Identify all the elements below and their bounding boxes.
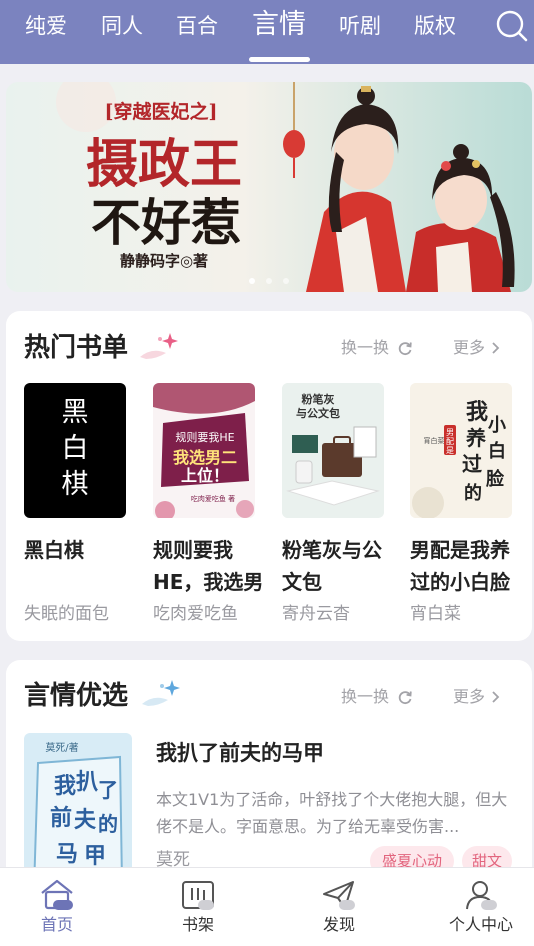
svg-text:男: 男 bbox=[446, 428, 454, 437]
nav-bookshelf[interactable]: 书架 bbox=[173, 878, 223, 935]
chevron-right-icon bbox=[492, 342, 500, 354]
romance-picks-title: 言情优选 bbox=[24, 681, 129, 711]
discover-icon bbox=[323, 881, 355, 910]
refresh-icon bbox=[398, 342, 412, 356]
book-item[interactable]: 粉笔灰 与公文包 粉笔灰与公文包 寄舟云杳 bbox=[282, 383, 384, 626]
svg-text:吃肉爱吃鱼 著: 吃肉爱吃鱼 著 bbox=[191, 494, 235, 503]
sparkle-decoration-icon bbox=[140, 333, 178, 359]
svg-text:扒: 扒 bbox=[76, 769, 98, 795]
promo-banner[interactable]: [穿越医妃之] 摄政王 不好惹 静静码字◎著 bbox=[6, 82, 532, 292]
book-item[interactable]: 规则要我HE 我选男二 上位！ 吃肉爱吃鱼 著 规则要我HE，我选男二上位！ 吃… bbox=[153, 383, 263, 626]
romance-shuffle-button[interactable]: 换一换 bbox=[341, 686, 413, 708]
book-cover: 规则要我HE 我选男二 上位！ 吃肉爱吃鱼 著 bbox=[153, 383, 255, 518]
pager-dot bbox=[283, 278, 290, 284]
book-cover: 我 养 小 白 过 脸 的 男 配 是 宵白菜 bbox=[410, 383, 512, 518]
svg-text:上位！: 上位！ bbox=[181, 466, 229, 485]
hot-list-card: 热门书单 换一换 更多 黑 白 棋 黑白棋 失眠的面包 规则要我HE 我选男二 … bbox=[6, 311, 532, 641]
shuffle-label: 换一换 bbox=[341, 687, 390, 706]
svg-text:的: 的 bbox=[98, 812, 118, 836]
svg-text:的: 的 bbox=[464, 482, 482, 504]
banner-artwork: [穿越医妃之] 摄政王 不好惹 静静码字◎著 bbox=[6, 82, 532, 292]
more-label: 更多 bbox=[453, 338, 486, 357]
romance-more-button[interactable]: 更多 bbox=[453, 686, 501, 708]
bookshelf-icon bbox=[182, 881, 214, 910]
svg-text:前: 前 bbox=[50, 805, 72, 831]
book-title: 规则要我HE，我选男二上位！ bbox=[153, 538, 264, 594]
svg-text:夫: 夫 bbox=[74, 807, 97, 833]
banner-title-line1: 摄政王 bbox=[86, 134, 242, 195]
svg-text:过: 过 bbox=[462, 452, 482, 476]
svg-text:我选男二: 我选男二 bbox=[173, 448, 237, 467]
search-icon[interactable] bbox=[494, 8, 530, 44]
svg-text:养: 养 bbox=[465, 426, 486, 450]
svg-text:与公文包: 与公文包 bbox=[296, 406, 340, 420]
nav-profile-label: 个人中心 bbox=[448, 915, 513, 934]
tab-yanqing[interactable]: 言情 bbox=[252, 8, 306, 42]
book-author: 宵白菜 bbox=[410, 604, 461, 624]
book-title: 粉笔灰与公文包 bbox=[282, 538, 382, 594]
shuffle-label: 换一换 bbox=[341, 338, 390, 357]
bottom-nav: 首页 书架 发现 个人中心 bbox=[0, 867, 534, 946]
book-author: 吃肉爱吃鱼 bbox=[153, 604, 238, 624]
svg-text:甲: 甲 bbox=[84, 843, 106, 869]
banner-author: 静静码字◎著 bbox=[120, 252, 208, 270]
hot-list-more-button[interactable]: 更多 bbox=[453, 337, 501, 359]
tab-tingju[interactable]: 听剧 bbox=[339, 12, 381, 40]
book-author: 寄舟云杳 bbox=[282, 604, 350, 624]
nav-home-label: 首页 bbox=[40, 915, 73, 934]
top-nav: 纯爱 同人 百合 言情 听剧 版权 bbox=[0, 0, 534, 64]
svg-text:白: 白 bbox=[62, 433, 89, 464]
nav-discover-label: 发现 bbox=[322, 915, 355, 934]
book-cover: 粉笔灰 与公文包 bbox=[282, 383, 384, 518]
svg-text:黑: 黑 bbox=[62, 397, 89, 428]
book-author: 失眠的面包 bbox=[24, 604, 109, 624]
nav-bookshelf-label: 书架 bbox=[181, 915, 214, 934]
svg-text:脸: 脸 bbox=[486, 468, 505, 490]
svg-text:了: 了 bbox=[98, 778, 118, 802]
svg-text:小: 小 bbox=[488, 415, 506, 436]
nav-discover[interactable]: 发现 bbox=[314, 878, 364, 935]
tab-banquan[interactable]: 版权 bbox=[414, 12, 456, 40]
svg-text:我: 我 bbox=[466, 399, 488, 425]
chevron-right-icon bbox=[492, 691, 500, 703]
svg-text:宵白菜: 宵白菜 bbox=[424, 436, 445, 445]
tab-baihe[interactable]: 百合 bbox=[176, 12, 218, 40]
book-title: 男配是我养过的小白脸 bbox=[410, 538, 510, 594]
hot-list-shuffle-button[interactable]: 换一换 bbox=[341, 337, 413, 359]
svg-text:配: 配 bbox=[446, 437, 454, 446]
svg-text:莫死/著: 莫死/著 bbox=[45, 741, 78, 754]
refresh-icon bbox=[398, 691, 412, 705]
home-icon bbox=[41, 879, 73, 910]
svg-text:我: 我 bbox=[54, 773, 76, 799]
tab-tongren[interactable]: 同人 bbox=[101, 12, 143, 40]
pager-dot bbox=[248, 278, 255, 284]
banner-title-line2: 不好惹 bbox=[91, 193, 241, 252]
svg-text:马: 马 bbox=[56, 841, 78, 867]
nav-home[interactable]: 首页 bbox=[32, 878, 82, 935]
banner-pager-dots bbox=[6, 269, 532, 288]
svg-text:白: 白 bbox=[488, 440, 506, 462]
book-item[interactable]: 我 养 小 白 过 脸 的 男 配 是 宵白菜 男配是我养过的小白脸 宵白菜 bbox=[410, 383, 512, 626]
svg-text:是: 是 bbox=[446, 446, 454, 455]
svg-text:粉笔灰: 粉笔灰 bbox=[302, 392, 335, 406]
feature-book-description: 本文1V1为了活命，叶舒找了个大佬抱大腿，但大佬不是人。字面意思。为了给无辜受伤… bbox=[156, 790, 508, 836]
book-cover: 黑 白 棋 bbox=[24, 383, 126, 518]
banner-subtitle: [穿越医妃之] bbox=[105, 100, 218, 123]
pager-dot bbox=[266, 278, 272, 284]
active-tab-indicator bbox=[249, 57, 310, 62]
svg-text:规则要我HE: 规则要我HE bbox=[175, 430, 234, 444]
hot-list-title: 热门书单 bbox=[24, 333, 129, 363]
tab-chunai[interactable]: 纯爱 bbox=[25, 12, 67, 40]
svg-text:棋: 棋 bbox=[62, 469, 89, 500]
book-item[interactable]: 黑 白 棋 黑白棋 失眠的面包 bbox=[24, 383, 126, 626]
book-title: 黑白棋 bbox=[24, 538, 84, 562]
nav-profile[interactable]: 个人中心 bbox=[446, 878, 516, 935]
romance-picks-card: 言情优选 换一换 更多 莫死/著 我 扒 了 前 夫 的 马 甲 我扒了前夫的马… bbox=[6, 660, 532, 893]
more-label: 更多 bbox=[453, 687, 486, 706]
feature-book-title[interactable]: 我扒了前夫的马甲 bbox=[156, 738, 324, 768]
profile-icon bbox=[466, 881, 497, 910]
sparkle-decoration-icon bbox=[142, 680, 180, 706]
